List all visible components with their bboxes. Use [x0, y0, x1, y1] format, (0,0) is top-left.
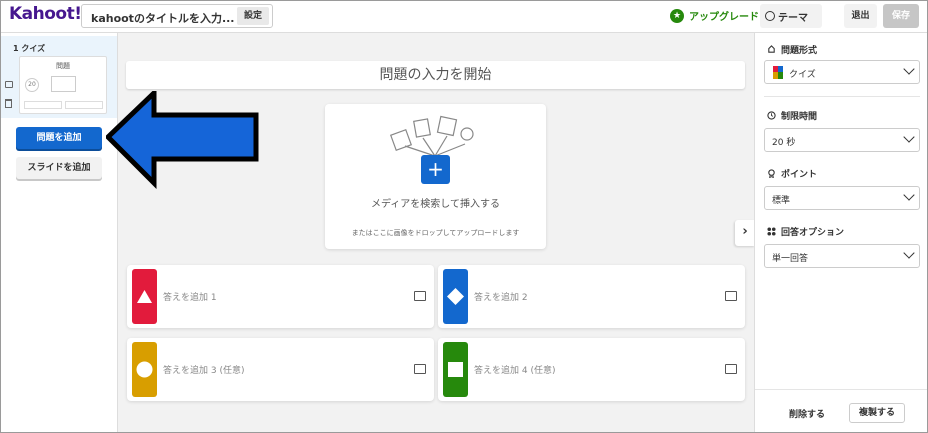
delete-button[interactable]: 削除する [789, 407, 825, 420]
duplicate-icon[interactable] [5, 81, 13, 88]
image-icon[interactable] [414, 291, 426, 301]
duplicate-button[interactable]: 複製する [849, 403, 905, 423]
image-icon[interactable] [414, 364, 426, 374]
image-icon[interactable] [725, 291, 737, 301]
answer-input[interactable]: 答えを追加 3 (任意) [163, 363, 244, 376]
kahoot-logo[interactable]: Kahoot! [9, 4, 82, 24]
add-slide-button[interactable]: スライドを追加 [16, 157, 102, 179]
image-icon[interactable] [725, 364, 737, 374]
add-media-button[interactable]: + [421, 155, 450, 184]
answer-3[interactable]: 答えを追加 3 (任意) [127, 338, 434, 401]
media-search-label: メディアを検索して挿入する [371, 199, 500, 210]
theme-label: テーマ [778, 12, 808, 24]
title-input-text: kahootのタイトルを入力... [91, 12, 235, 25]
thumbnail-title: 問題 [56, 62, 70, 70]
answer-color-green [443, 342, 468, 397]
settings-button[interactable]: 設定 [237, 7, 269, 25]
answer-input[interactable]: 答えを追加 4 (任意) [474, 363, 555, 376]
slide-thumbnail[interactable]: 問題 20 [19, 56, 107, 114]
thumbnail-image-placeholder [51, 76, 76, 92]
clock-icon [767, 111, 776, 120]
answer-color-yellow [132, 342, 157, 397]
divider [764, 96, 920, 97]
points-heading: ポイント [767, 167, 817, 180]
thumbnail-timer: 20 [25, 78, 39, 92]
app-window: Kahoot! kahootのタイトルを入力... 設定 ★ アップグレード テ… [0, 0, 928, 433]
media-illustration-icon [389, 115, 474, 157]
answer-input[interactable]: 答えを追加 1 [163, 290, 217, 303]
question-type-icon [768, 45, 775, 53]
grid-icon [767, 227, 776, 236]
annotation-arrow-icon [106, 91, 259, 189]
palette-icon [765, 11, 775, 21]
answer-color-red [132, 269, 157, 324]
time-limit-heading: 制限時間 [767, 109, 817, 122]
add-question-button[interactable]: 問題を追加 [16, 127, 102, 149]
circle-icon [136, 361, 153, 378]
thumbnail-answer [24, 101, 62, 109]
answer-options-heading-text: 回答オプション [781, 228, 845, 238]
points-heading-text: ポイント [781, 170, 818, 180]
slide-label: 1 クイズ [13, 44, 46, 53]
settings-panel: 問題形式 クイズ 制限時間 20 秒 ポイント 標準 回答オプション 単一回答 … [754, 33, 927, 432]
triangle-icon [137, 290, 152, 303]
slide-item-1[interactable]: 1 クイズ 問題 20 [1, 36, 117, 118]
time-limit-heading-text: 制限時間 [781, 112, 818, 122]
upgrade-button[interactable]: ★ アップグレード [670, 8, 759, 23]
square-icon [448, 362, 463, 377]
theme-button[interactable]: テーマ [760, 4, 822, 28]
upgrade-label: アップグレード [689, 12, 759, 23]
question-type-heading-text: 問題形式 [781, 46, 818, 56]
media-drop-hint: またはここに画像をドロップしてアップロードします [351, 229, 520, 237]
slide-sidebar: 1 クイズ 問題 20 問題を追加 スライドを追加 [1, 33, 118, 432]
time-limit-select[interactable]: 20 秒 [764, 128, 920, 152]
answer-options-value: 単一回答 [772, 254, 809, 264]
question-input[interactable]: 問題の入力を開始 [126, 61, 745, 89]
trash-icon[interactable] [5, 99, 12, 108]
question-type-value: クイズ [789, 70, 816, 80]
time-limit-value: 20 秒 [772, 138, 796, 148]
thumbnail-answer [65, 101, 103, 109]
save-button[interactable]: 保存 [883, 4, 919, 28]
chevron-down-icon [903, 131, 915, 143]
answer-4[interactable]: 答えを追加 4 (任意) [438, 338, 745, 401]
divider [755, 389, 927, 390]
quiz-icon [773, 66, 783, 79]
chevron-down-icon [903, 189, 915, 201]
top-bar: Kahoot! kahootのタイトルを入力... 設定 ★ アップグレード テ… [1, 1, 927, 33]
points-select[interactable]: 標準 [764, 186, 920, 210]
answer-input[interactable]: 答えを追加 2 [474, 290, 528, 303]
points-value: 標準 [772, 196, 791, 206]
answer-2[interactable]: 答えを追加 2 [438, 265, 745, 328]
star-icon: ★ [670, 8, 684, 23]
exit-button[interactable]: 退出 [844, 4, 877, 28]
chevron-down-icon [903, 247, 915, 259]
question-type-select[interactable]: クイズ [764, 60, 920, 84]
medal-icon [768, 169, 775, 178]
answer-options-heading: 回答オプション [767, 225, 844, 238]
answer-options-select[interactable]: 単一回答 [764, 244, 920, 268]
answer-1[interactable]: 答えを追加 1 [127, 265, 434, 328]
title-input[interactable]: kahootのタイトルを入力... 設定 [81, 4, 273, 28]
chevron-down-icon [903, 63, 915, 75]
answer-color-blue [443, 269, 468, 324]
diamond-icon [447, 288, 464, 305]
question-type-heading: 問題形式 [767, 43, 817, 56]
collapse-panel-button[interactable]: › [735, 220, 755, 246]
media-upload-area[interactable]: + メディアを検索して挿入する またはここに画像をドロップしてアップロードします [325, 104, 546, 249]
